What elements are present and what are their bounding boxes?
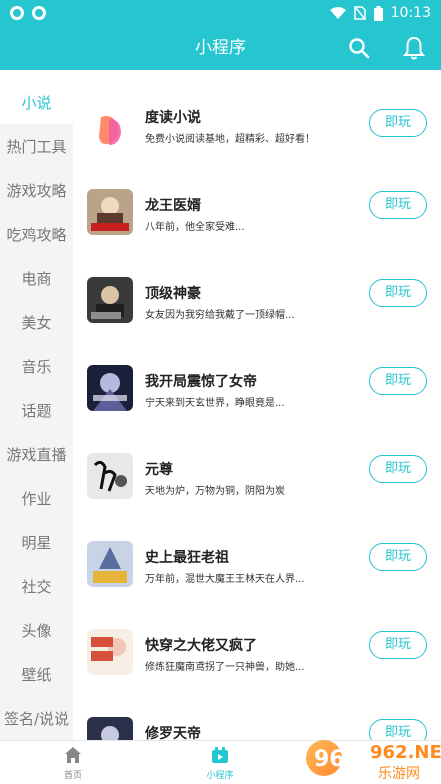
sidebar-item[interactable]: 壁纸 xyxy=(0,652,73,696)
sidebar-item[interactable]: 热门工具 xyxy=(0,124,73,168)
bell-icon[interactable] xyxy=(402,35,426,61)
list-item[interactable]: 史上最狂老祖万年前，混世大魔王王林天在人界... 即玩 xyxy=(73,541,441,629)
app-name: 元尊 xyxy=(145,462,173,478)
sidebar-item[interactable]: 音乐 xyxy=(0,344,73,388)
notification-icon xyxy=(10,6,24,20)
list-item[interactable]: 快穿之大佬又疯了修炼狂魔南鸢拐了一只神兽，助她... 即玩 xyxy=(73,629,441,717)
sidebar-item[interactable]: 签名/说说 xyxy=(0,696,73,740)
battery-icon xyxy=(373,5,383,21)
play-button[interactable]: 即玩 xyxy=(369,455,427,483)
app-thumbnail xyxy=(87,629,133,675)
app-thumbnail xyxy=(87,189,133,235)
app-thumbnail xyxy=(87,365,133,411)
wifi-icon xyxy=(329,7,346,19)
list-item[interactable]: 龙王医婿八年前，他全家受难... 即玩 xyxy=(73,189,441,277)
miniapp-icon xyxy=(212,747,228,763)
sidebar-item[interactable]: 头像 xyxy=(0,608,73,652)
status-time: 10:13 xyxy=(390,5,431,21)
tab-miniapp-label: 小程序 xyxy=(206,771,234,781)
sync-icon xyxy=(32,6,46,20)
play-button[interactable]: 即玩 xyxy=(369,543,427,571)
play-button[interactable]: 即玩 xyxy=(369,279,427,307)
category-sidebar: 小说 热门工具 游戏攻略 吃鸡攻略 电商 美女 音乐 话题 游戏直播 作业 明星 社交 头像 壁纸 签名/说… xyxy=(0,80,73,740)
app-name: 顶级神豪 xyxy=(145,286,201,302)
watermark-logo: 962 962.NET 乐游网 xyxy=(306,740,441,782)
play-button[interactable]: 即玩 xyxy=(369,191,427,219)
app-thumbnail xyxy=(87,107,133,153)
sidebar-item[interactable]: 吃鸡攻略 xyxy=(0,212,73,256)
svg-text:962.NET: 962.NET xyxy=(370,742,441,763)
status-bar: 10:13 xyxy=(0,0,441,26)
app-header: 小程序 xyxy=(0,26,441,70)
play-button[interactable]: 即玩 xyxy=(369,631,427,659)
miniapp-list: 度读小说 免费小说阅读基地，超精彩、超好看！ 即玩 龙王医婿 八年前，他全家受难... 即… xyxy=(73,80,441,740)
tab-home-label: 首页 xyxy=(63,771,82,781)
sidebar-item[interactable]: 小说 xyxy=(0,80,73,124)
sidebar-item[interactable]: 游戏直播 xyxy=(0,432,73,476)
svg-text:962: 962 xyxy=(314,747,360,772)
svg-text:乐游网: 乐游网 xyxy=(378,766,420,782)
page-title: 小程序 xyxy=(195,38,246,58)
app-name: 快穿之大佬又疯了 xyxy=(145,638,257,654)
play-button[interactable]: 即玩 xyxy=(369,367,427,395)
app-description: 女友因为我穷给我戴了一顶绿帽... xyxy=(145,310,295,321)
tab-home[interactable]: 首页 xyxy=(33,741,113,784)
sidebar-item[interactable]: 游戏攻略 xyxy=(0,168,73,212)
app-description: 宁天来到天玄世界，睁眼竟是... xyxy=(145,398,285,409)
list-item[interactable]: 顶级神豪女友因为我穷给我戴了一顶绿帽... 即玩 xyxy=(73,277,441,365)
app-description: 天地为炉，万物为铜，阴阳为炭 xyxy=(145,486,285,497)
app-thumbnail xyxy=(87,277,133,323)
sidebar-item[interactable]: 社交 xyxy=(0,564,73,608)
list-item[interactable]: 我开局震惊了女帝宁天来到天玄世界，睁眼竟是... 即玩 xyxy=(73,365,441,453)
app-description: 免费小说阅读基地，超精彩、超好看！ xyxy=(145,134,315,145)
home-icon xyxy=(65,747,81,763)
app-thumbnail xyxy=(87,453,133,499)
app-name: 龙王医婿 xyxy=(145,198,201,214)
play-button[interactable]: 即玩 xyxy=(369,109,427,137)
sidebar-item[interactable]: 话题 xyxy=(0,388,73,432)
no-sim-icon xyxy=(353,6,366,20)
app-name: 史上最狂老祖 xyxy=(145,550,229,566)
list-item[interactable]: 度读小说免费小说阅读基地，超精彩、超好看！ 即玩 xyxy=(73,107,441,195)
app-description: 八年前，他全家受难... xyxy=(145,222,245,233)
sidebar-item[interactable]: 明星 xyxy=(0,520,73,564)
list-item[interactable]: 元尊天地为炉，万物为铜，阴阳为炭 即玩 xyxy=(73,453,441,541)
tab-miniapp[interactable]: 小程序 xyxy=(180,741,260,784)
app-name: 度读小说 xyxy=(145,110,201,126)
app-thumbnail xyxy=(87,541,133,587)
app-name: 修罗天帝 xyxy=(145,726,201,740)
sidebar-item[interactable]: 美女 xyxy=(0,300,73,344)
search-icon[interactable] xyxy=(347,36,371,60)
sidebar-item[interactable]: 电商 xyxy=(0,256,73,300)
app-description: 修炼狂魔南鸢拐了一只神兽，助她... xyxy=(145,662,305,673)
header-spacer xyxy=(0,70,441,80)
app-name: 我开局震惊了女帝 xyxy=(145,374,257,390)
sidebar-item[interactable]: 作业 xyxy=(0,476,73,520)
app-description: 万年前，混世大魔王王林天在人界... xyxy=(145,574,305,585)
app-thumbnail xyxy=(87,717,133,740)
